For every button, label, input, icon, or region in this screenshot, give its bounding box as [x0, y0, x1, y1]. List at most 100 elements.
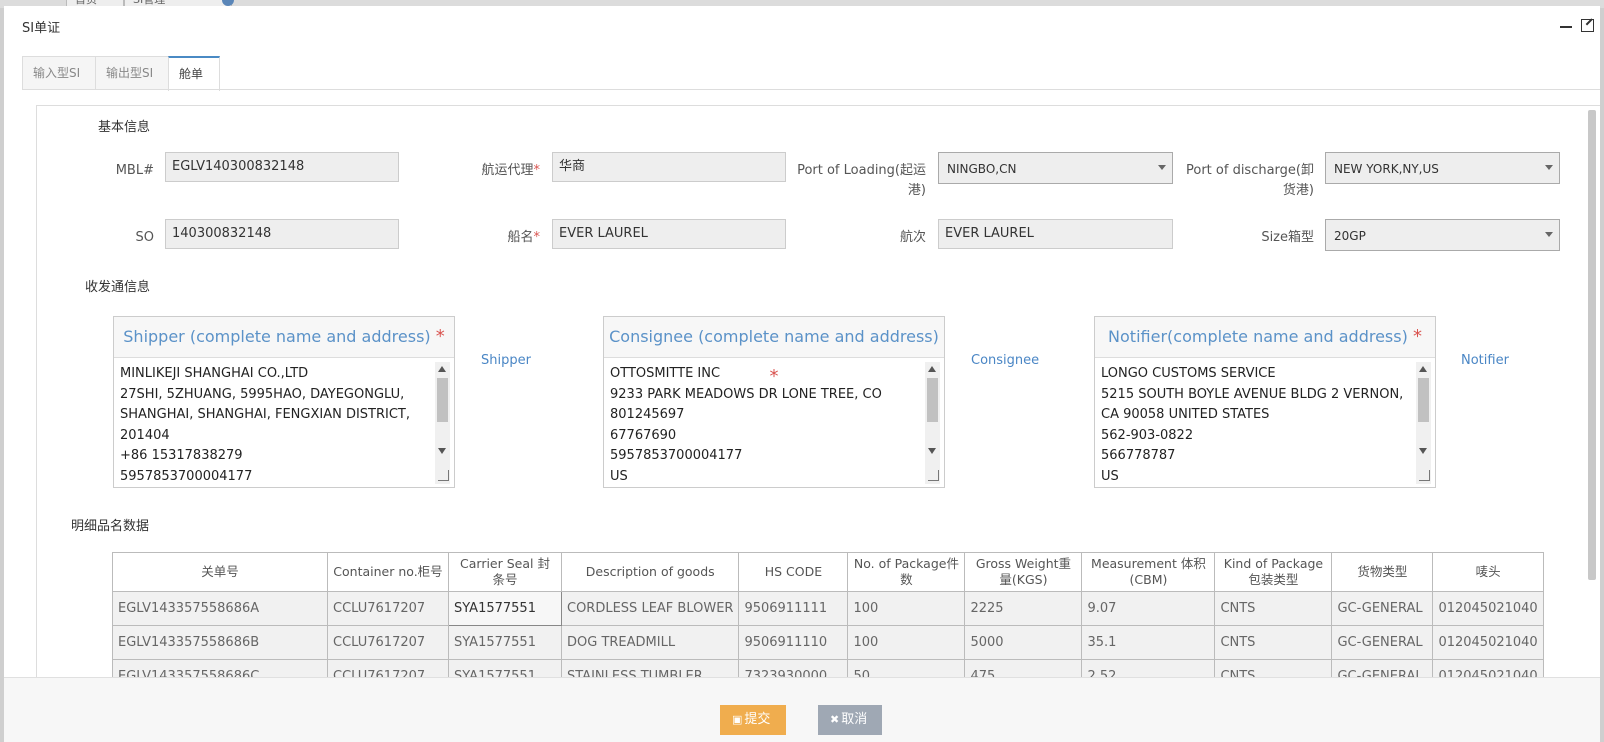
- pod-value: NEW YORK,NY,US: [1334, 162, 1439, 176]
- vessel-field[interactable]: EVER LAUREL: [552, 219, 786, 249]
- consignee-link[interactable]: Consignee: [971, 353, 1039, 368]
- required-mark: *: [533, 163, 541, 178]
- table-cell[interactable]: DOG TREADMILL: [560, 625, 740, 660]
- pol-value: NINGBO,CN: [947, 162, 1017, 176]
- pod-select[interactable]: NEW YORK,NY,US: [1325, 152, 1560, 184]
- scroll-thumb[interactable]: [437, 378, 448, 422]
- table-cell[interactable]: SYA1577551: [448, 591, 562, 626]
- col-header: 关单号: [112, 552, 328, 592]
- col-header: Kind of Package包装类型: [1214, 552, 1333, 592]
- modal-footer: ▣ 提交 ✖ 取消: [4, 677, 1600, 742]
- table-cell[interactable]: CCLU7617207: [327, 591, 449, 626]
- scroll-up-icon[interactable]: [928, 366, 936, 372]
- voyage-field[interactable]: EVER LAUREL: [938, 219, 1173, 249]
- notifier-textarea[interactable]: LONGO CUSTOMS SERVICE 5215 SOUTH BOYLE A…: [1095, 358, 1435, 486]
- shipper-link[interactable]: Shipper: [481, 353, 531, 368]
- table-cell[interactable]: 2225: [964, 591, 1083, 626]
- col-header: Carrier Seal 封条号: [448, 552, 562, 592]
- table-cell[interactable]: 100: [847, 591, 966, 626]
- required-mark: *: [1412, 326, 1422, 347]
- panel-scrollbar[interactable]: [1588, 110, 1596, 580]
- scroll-down-icon[interactable]: [1419, 448, 1427, 454]
- shipper-title-text: Shipper (complete name and address): [123, 327, 431, 346]
- table-cell[interactable]: 9506911111: [738, 591, 849, 626]
- notifier-box: Notifier(complete name and address) * LO…: [1094, 316, 1436, 488]
- col-header: 唛头: [1432, 552, 1544, 592]
- details-title: 明细品名数据: [71, 519, 150, 534]
- table-cell[interactable]: EGLV143357558686B: [112, 625, 328, 660]
- table-cell[interactable]: GC-GENERAL: [1331, 591, 1434, 626]
- cancel-label: 取消: [841, 712, 868, 727]
- size-select[interactable]: 20GP: [1325, 219, 1560, 251]
- size-label: Size箱型: [1261, 230, 1314, 245]
- pod-label: Port of discharge(卸货港): [1186, 163, 1314, 198]
- close-icon: ✖: [830, 713, 840, 726]
- agent-field[interactable]: 华商: [552, 152, 786, 182]
- shipper-scrollbar[interactable]: [435, 362, 450, 484]
- table-cell[interactable]: 012045021040: [1432, 625, 1544, 660]
- shipper-textarea[interactable]: MINLIKEJI SHANGHAI CO.,LTD 27SHI, 5ZHUAN…: [114, 358, 454, 486]
- shipper-text: MINLIKEJI SHANGHAI CO.,LTD 27SHI, 5ZHUAN…: [120, 366, 411, 484]
- consignee-textarea[interactable]: OTTOSMITTE INC 9233 PARK MEADOWS DR LONE…: [604, 358, 944, 486]
- voyage-label: 航次: [899, 230, 926, 245]
- table-cell[interactable]: CORDLESS LEAF BLOWER: [560, 591, 740, 626]
- table-cell[interactable]: SYA1577551: [448, 625, 562, 660]
- notifier-scrollbar[interactable]: [1416, 362, 1431, 484]
- tab-input-si[interactable]: 输入型SI: [22, 56, 96, 89]
- table-cell[interactable]: CNTS: [1214, 625, 1333, 660]
- mbl-field[interactable]: EGLV140300832148: [165, 152, 399, 182]
- chevron-down-icon: [1545, 165, 1553, 170]
- so-label: SO: [135, 230, 154, 245]
- tab-output-si[interactable]: 输出型SI: [95, 56, 169, 89]
- scroll-up-icon[interactable]: [1419, 366, 1427, 372]
- required-mark: *: [533, 230, 541, 245]
- submit-button[interactable]: ▣ 提交: [720, 705, 786, 735]
- resize-grip-icon[interactable]: [928, 470, 939, 481]
- notifier-title: Notifier(complete name and address) *: [1095, 317, 1435, 358]
- col-header: No. of Package件数: [847, 552, 966, 592]
- col-header: Measurement 体积(CBM): [1081, 552, 1216, 592]
- chevron-down-icon: [1158, 165, 1166, 170]
- resize-grip-icon[interactable]: [1419, 470, 1430, 481]
- mbl-label: MBL#: [115, 163, 154, 178]
- table-row[interactable]: EGLV143357558686A CCLU7617207 SYA1577551…: [112, 591, 1544, 626]
- table-row[interactable]: EGLV143357558686B CCLU7617207 SYA1577551…: [112, 625, 1544, 660]
- table-cell[interactable]: 100: [847, 625, 966, 660]
- table-cell[interactable]: 9506911110: [738, 625, 849, 660]
- details-table: 关单号 Container no.柜号 Carrier Seal 封条号 Des…: [112, 552, 1544, 694]
- scroll-down-icon[interactable]: [438, 448, 446, 454]
- table-cell[interactable]: 9.07: [1081, 591, 1216, 626]
- shipper-box: Shipper (complete name and address) * MI…: [113, 316, 455, 488]
- submit-label: 提交: [744, 712, 771, 727]
- si-document-modal: SI单证 输入型SI 输出型SI 舱单 基本信息 MBL# EGLV140300…: [4, 6, 1600, 742]
- scroll-up-icon[interactable]: [438, 366, 446, 372]
- minimize-icon[interactable]: [1558, 18, 1574, 34]
- table-cell[interactable]: GC-GENERAL: [1331, 625, 1434, 660]
- table-cell[interactable]: EGLV143357558686A: [112, 591, 328, 626]
- agent-label-text: 航运代理: [481, 163, 534, 178]
- col-header: Description of goods: [560, 552, 740, 592]
- scroll-thumb[interactable]: [1418, 378, 1429, 422]
- consignee-scrollbar[interactable]: [925, 362, 940, 484]
- table-cell[interactable]: 5000: [964, 625, 1083, 660]
- scroll-down-icon[interactable]: [928, 448, 936, 454]
- consignee-title: Consignee (complete name and address) *: [604, 317, 944, 387]
- cancel-button[interactable]: ✖ 取消: [818, 705, 882, 735]
- pol-select[interactable]: NINGBO,CN: [938, 152, 1173, 184]
- scroll-thumb[interactable]: [927, 378, 938, 422]
- table-cell[interactable]: CCLU7617207: [327, 625, 449, 660]
- resize-grip-icon[interactable]: [438, 470, 449, 481]
- maximize-icon[interactable]: [1580, 18, 1596, 34]
- table-cell[interactable]: 35.1: [1081, 625, 1216, 660]
- tab-manifest[interactable]: 舱单: [168, 56, 220, 91]
- consignee-box: Consignee (complete name and address) * …: [603, 316, 945, 488]
- size-value: 20GP: [1334, 229, 1366, 243]
- table-cell[interactable]: 012045021040: [1432, 591, 1544, 626]
- chevron-down-icon: [1545, 232, 1553, 237]
- so-field[interactable]: 140300832148: [165, 219, 399, 249]
- col-header: 货物类型: [1331, 552, 1434, 592]
- notifier-link[interactable]: Notifier: [1461, 353, 1509, 368]
- table-cell[interactable]: CNTS: [1214, 591, 1333, 626]
- save-icon: ▣: [732, 713, 743, 726]
- col-header: HS CODE: [738, 552, 849, 592]
